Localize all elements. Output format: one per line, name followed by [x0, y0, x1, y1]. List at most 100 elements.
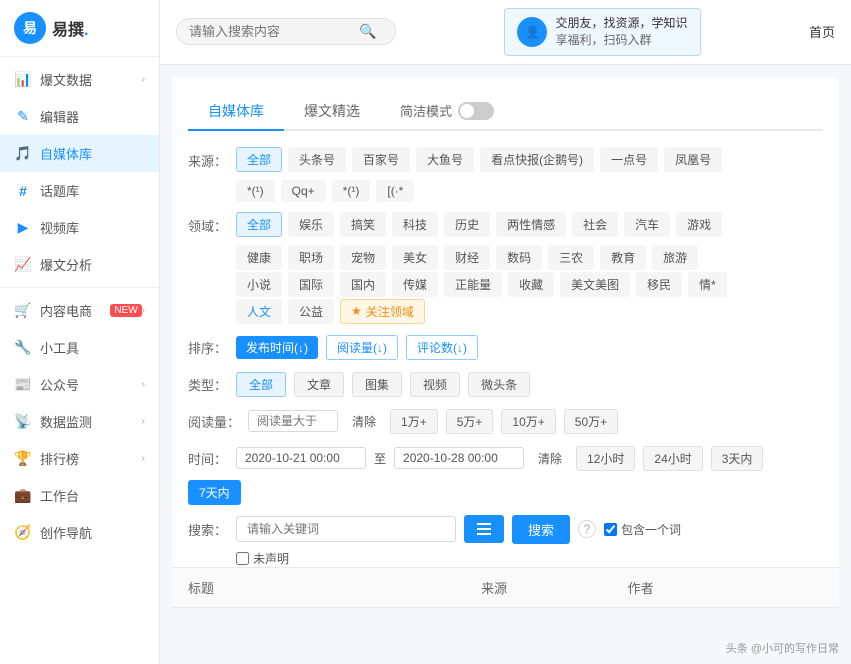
domain-tag-chongwu[interactable]: 宠物: [340, 245, 386, 270]
undeclared-checkbox[interactable]: [236, 552, 249, 565]
source-tag-bilibili[interactable]: [(·*: [376, 180, 414, 202]
time-btn-7d[interactable]: 7天内: [188, 480, 241, 505]
domain-tag-keji[interactable]: 科技: [392, 212, 438, 237]
domain-tag-guoji[interactable]: 国际: [288, 272, 334, 297]
type-btn-video[interactable]: 视频: [410, 372, 460, 397]
domain-tag-jiaoyu[interactable]: 教育: [600, 245, 646, 270]
simple-mode-toggle[interactable]: 简洁模式: [400, 101, 494, 120]
read-btn-10w[interactable]: 10万+: [501, 409, 555, 434]
sidebar-item-paihang[interactable]: 🏆 排行榜 ›: [0, 440, 159, 477]
domain-tag-shoucang[interactable]: 收藏: [508, 272, 554, 297]
domain-tag-liangxing[interactable]: 两性情感: [496, 212, 566, 237]
domain-tag-jiankang[interactable]: 健康: [236, 245, 282, 270]
source-tag-fenghuang[interactable]: 凤凰号: [664, 147, 722, 172]
sidebar-item-bianji[interactable]: ✎ 编辑器: [0, 98, 159, 135]
read-input[interactable]: [248, 410, 338, 432]
time-btn-3d[interactable]: 3天内: [711, 446, 764, 471]
time-btn-12h[interactable]: 12小时: [576, 446, 635, 471]
tab-zimeiti-tiku[interactable]: 自媒体库: [188, 93, 284, 131]
domain-tag-lvyou[interactable]: 旅游: [652, 245, 698, 270]
tab-baowen-jingxuan[interactable]: 爆文精选: [284, 93, 380, 131]
table-header: 标题 来源 作者: [172, 567, 839, 608]
domain-tag-yule[interactable]: 娱乐: [288, 212, 334, 237]
arrow-icon: ›: [142, 74, 145, 85]
header-nav-home[interactable]: 首页: [809, 22, 835, 41]
domain-tag-meiwenmeitou[interactable]: 美文美图: [560, 272, 630, 297]
sidebar-item-shipin[interactable]: ▶ 视频库: [0, 209, 159, 246]
domain-tag-caijing[interactable]: 财经: [444, 245, 490, 270]
sidebar-item-baowen-data[interactable]: 📊 爆文数据 ›: [0, 61, 159, 98]
domain-tag-shuma[interactable]: 数码: [496, 245, 542, 270]
time-end-input[interactable]: [394, 447, 524, 469]
type-btn-microhead[interactable]: 微头条: [468, 372, 530, 397]
domain-tag-other1[interactable]: 情*: [688, 272, 727, 297]
domain-filter-row: 领域： 全部 娱乐 搞笑 科技 历史 两性情感 社会 汽车 游戏: [188, 212, 823, 239]
header-search[interactable]: 🔍: [176, 18, 396, 45]
domain-tag-zhichang[interactable]: 职场: [288, 245, 334, 270]
domain-tag-sannong[interactable]: 三农: [548, 245, 594, 270]
domain-filter-row3: 小说 国际 国内 传媒 正能量 收藏 美文美图 移民 情*: [236, 272, 823, 297]
header: 🔍 👤 交朋友，找资源，学知识 享福利，扫码入群 首页: [160, 0, 851, 65]
domain-tag-guonei[interactable]: 国内: [340, 272, 386, 297]
source-tag-qq[interactable]: Qq+: [281, 180, 326, 202]
sidebar-item-zimeiti[interactable]: 🎵 自媒体库: [0, 135, 159, 172]
domain-filter-row2: 健康 职场 宠物 美女 财经 数码 三农 教育 旅游: [236, 245, 823, 270]
time-btn-24h[interactable]: 24小时: [643, 446, 702, 471]
help-icon[interactable]: ?: [578, 520, 596, 538]
domain-tag-yimin[interactable]: 移民: [636, 272, 682, 297]
toggle-knob: [460, 104, 474, 118]
domain-tag-gongyi[interactable]: 公益: [288, 299, 334, 324]
header-search-input[interactable]: [189, 24, 359, 39]
sort-btn-comment[interactable]: 评论数(↓): [406, 335, 478, 360]
source-tag-kandian[interactable]: 看点快报(企鹅号): [480, 147, 594, 172]
sidebar-item-jiankong[interactable]: 📡 数据监测 ›: [0, 403, 159, 440]
sidebar-item-baowen-fenxi[interactable]: 📈 爆文分析: [0, 246, 159, 283]
contain-one-checkbox[interactable]: [604, 523, 617, 536]
col-author: 作者: [628, 578, 823, 597]
type-btn-article[interactable]: 文章: [294, 372, 344, 397]
source-tag-baijiahao[interactable]: 百家号: [352, 147, 410, 172]
domain-tag-all[interactable]: 全部: [236, 212, 282, 237]
domain-tag-gaoxiao[interactable]: 搞笑: [340, 212, 386, 237]
sort-btn-read[interactable]: 阅读量(↓): [326, 335, 398, 360]
sidebar-item-gongzuotai[interactable]: 💼 工作台: [0, 477, 159, 514]
read-btn-1w[interactable]: 1万+: [390, 409, 438, 434]
sidebar-item-gongju[interactable]: 🔧 小工具: [0, 329, 159, 366]
domain-tag-xiaoshuo[interactable]: 小说: [236, 272, 282, 297]
sidebar-item-neirong[interactable]: 🛒 内容电商 NEW ›: [0, 292, 159, 329]
domain-tag-lishi[interactable]: 历史: [444, 212, 490, 237]
time-clear-btn[interactable]: 清除: [532, 447, 568, 470]
domain-tag-shehui[interactable]: 社会: [572, 212, 618, 237]
source-tag-all[interactable]: 全部: [236, 147, 282, 172]
main-area: 🔍 👤 交朋友，找资源，学知识 享福利，扫码入群 首页 自媒体库 爆文精选 简洁…: [160, 0, 851, 664]
logo-text: 易撰.: [52, 16, 88, 40]
source-tag-weixin[interactable]: *(¹): [332, 180, 371, 202]
search-submit-btn[interactable]: 搜索: [512, 515, 570, 544]
type-btn-gallery[interactable]: 图集: [352, 372, 402, 397]
source-tag-wangyi[interactable]: *(¹): [236, 180, 275, 202]
domain-tag-renwen[interactable]: 人文: [236, 299, 282, 324]
watermark: 头条 @小可的写作日常: [726, 640, 839, 656]
sidebar-item-huati[interactable]: # 话题库: [0, 172, 159, 209]
read-btn-5w[interactable]: 5万+: [446, 409, 494, 434]
domain-tag-qiche[interactable]: 汽车: [624, 212, 670, 237]
read-clear-btn[interactable]: 清除: [346, 410, 382, 433]
domain-tag-zhengneng[interactable]: 正能量: [444, 272, 502, 297]
keyword-input[interactable]: [236, 516, 456, 542]
domain-tag-meinv[interactable]: 美女: [392, 245, 438, 270]
sidebar-item-gongzhonghao[interactable]: 📰 公众号 ›: [0, 366, 159, 403]
source-tag-dayu[interactable]: 大鱼号: [416, 147, 474, 172]
read-btn-50w[interactable]: 50万+: [564, 409, 618, 434]
time-start-input[interactable]: [236, 447, 366, 469]
source-tag-yidian[interactable]: 一点号: [600, 147, 658, 172]
contain-one-label: 包含一个词: [621, 521, 681, 538]
domain-tag-chuanmei[interactable]: 传媒: [392, 272, 438, 297]
contain-one-wrap: 包含一个词: [604, 521, 681, 538]
follow-domain-btn[interactable]: ★ 关注领域: [340, 299, 425, 324]
toggle-switch[interactable]: [458, 102, 494, 120]
sort-btn-time[interactable]: 发布时间(↓): [236, 336, 318, 359]
type-btn-all[interactable]: 全部: [236, 372, 286, 397]
sidebar-item-chuangzuo[interactable]: 🧭 创作导航: [0, 514, 159, 551]
source-tag-toutiao[interactable]: 头条号: [288, 147, 346, 172]
domain-tag-youxi[interactable]: 游戏: [676, 212, 722, 237]
